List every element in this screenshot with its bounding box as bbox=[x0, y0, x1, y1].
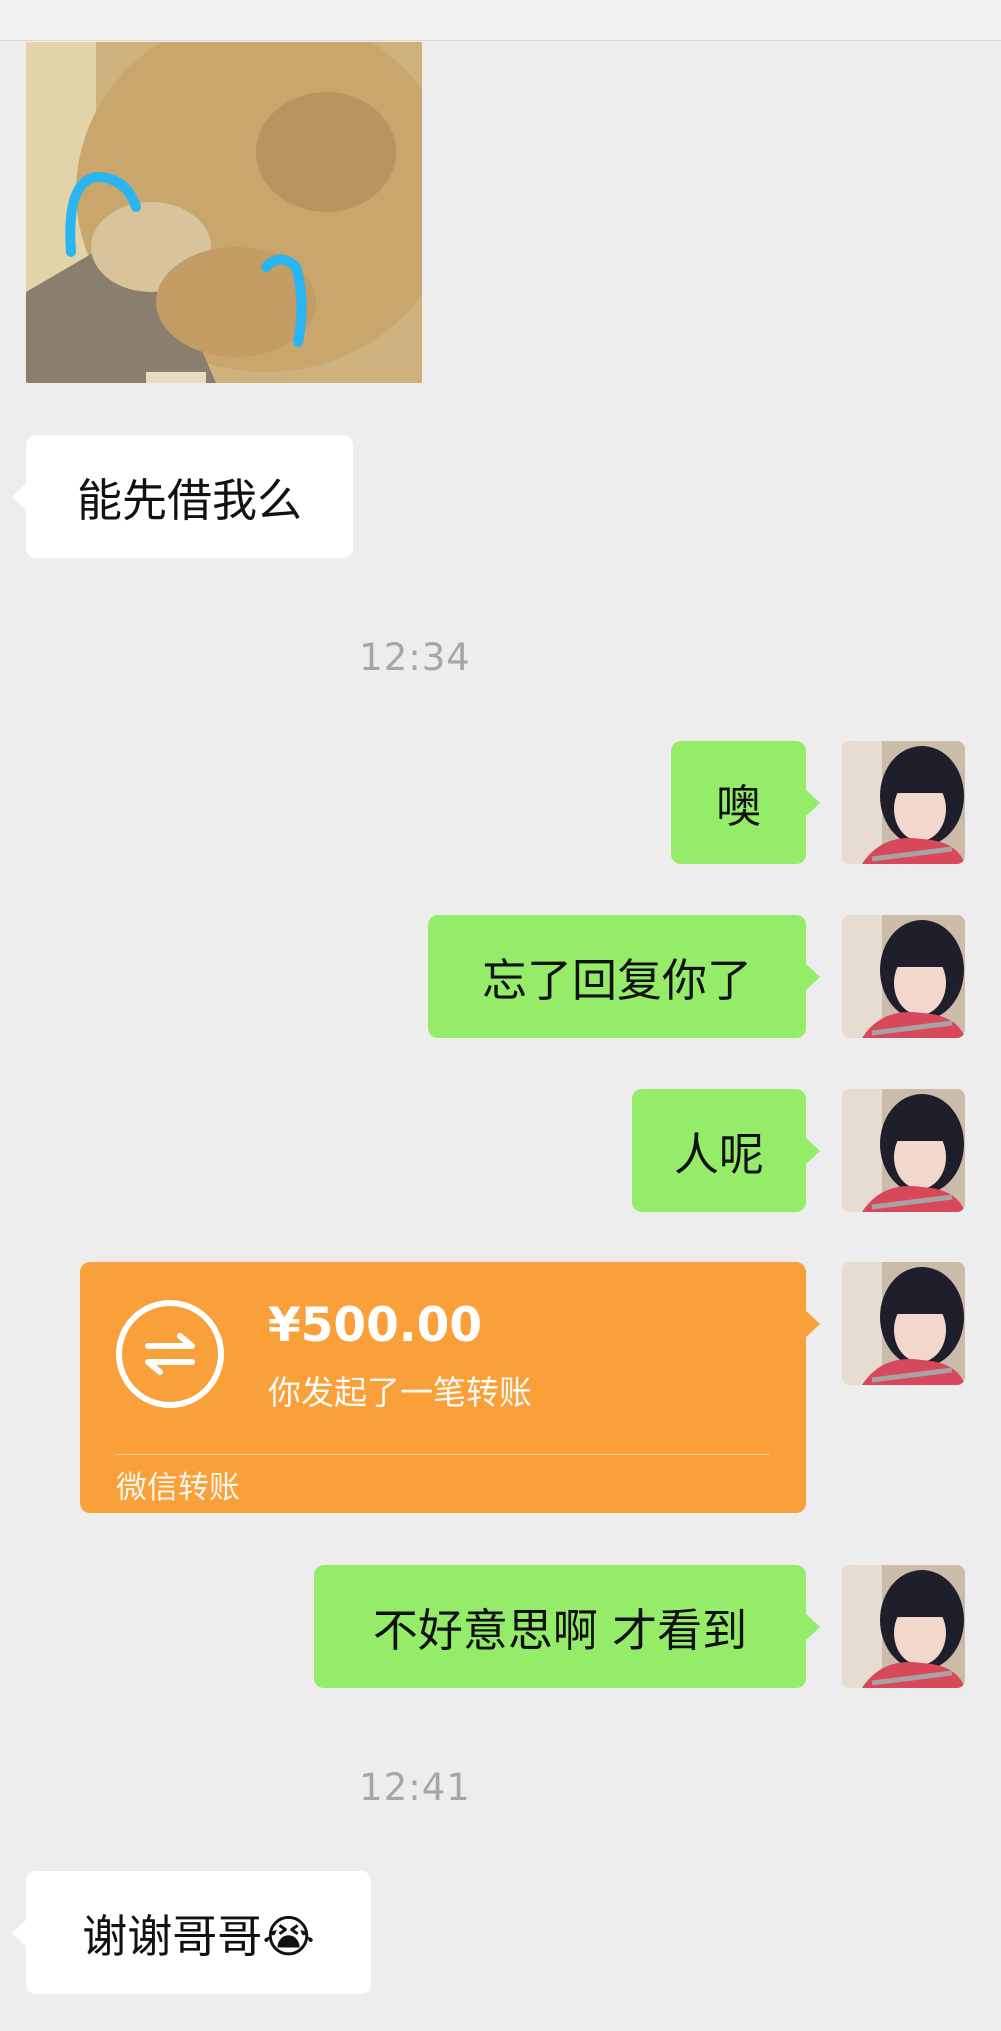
user-avatar-photo bbox=[842, 1262, 965, 1385]
timestamp: 12:34 bbox=[359, 636, 471, 679]
top-bar bbox=[0, 0, 1001, 41]
transfer-amount: ¥500.00 bbox=[268, 1298, 483, 1353]
user-avatar[interactable] bbox=[842, 1262, 965, 1385]
transfer-icon bbox=[116, 1300, 224, 1408]
wechat-transfer-card[interactable]: ¥500.00 你发起了一笔转账 微信转账 bbox=[80, 1262, 820, 1513]
message-text: 忘了回复你了 bbox=[481, 954, 752, 1007]
sent-message-bubble[interactable]: 人呢 bbox=[632, 1089, 820, 1212]
user-avatar-photo bbox=[842, 1565, 965, 1688]
message-text: 噢 bbox=[715, 780, 761, 833]
message-text: 人呢 bbox=[673, 1128, 764, 1181]
user-avatar[interactable] bbox=[842, 741, 965, 864]
received-message-bubble[interactable]: 谢谢哥哥😭 bbox=[12, 1871, 371, 1994]
user-avatar[interactable] bbox=[842, 1565, 965, 1688]
sent-message-bubble[interactable]: 噢 bbox=[671, 741, 820, 864]
user-avatar-photo bbox=[842, 741, 965, 864]
transfer-divider bbox=[116, 1454, 770, 1455]
message-text: 不好意思啊 才看到 bbox=[372, 1604, 748, 1657]
sent-message-bubble[interactable]: 忘了回复你了 bbox=[428, 915, 820, 1038]
user-avatar-photo bbox=[842, 915, 965, 1038]
message-text: 谢谢哥哥😭 bbox=[82, 1910, 315, 1963]
transfer-description: 你发起了一笔转账 bbox=[268, 1373, 532, 1412]
cat-sticker-image[interactable] bbox=[26, 42, 422, 383]
cat-sticker-illustration bbox=[26, 42, 422, 383]
timestamp: 12:41 bbox=[359, 1766, 471, 1809]
sent-message-bubble[interactable]: 不好意思啊 才看到 bbox=[314, 1565, 820, 1688]
received-message-bubble[interactable]: 能先借我么 bbox=[12, 435, 353, 558]
user-avatar[interactable] bbox=[842, 1089, 965, 1212]
transfer-arrows-icon bbox=[145, 1333, 195, 1375]
user-avatar[interactable] bbox=[842, 915, 965, 1038]
transfer-brand-label: 微信转账 bbox=[116, 1470, 240, 1506]
user-avatar-photo bbox=[842, 1089, 965, 1212]
message-text: 能先借我么 bbox=[76, 474, 302, 527]
